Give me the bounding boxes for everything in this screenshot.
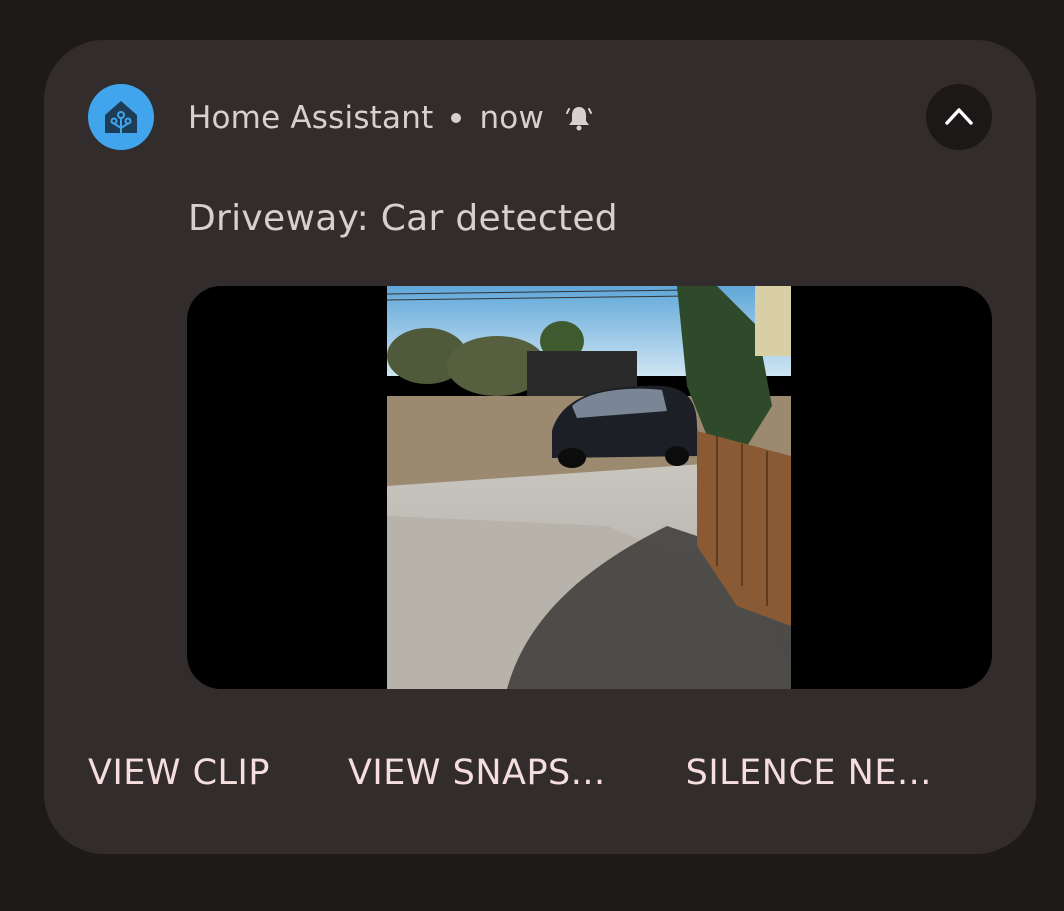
notification-title: Driveway: Car detected	[188, 198, 618, 239]
notification-actions: VIEW CLIP VIEW SNAPS... SILENCE NE...	[88, 748, 932, 798]
separator-dot	[451, 113, 462, 123]
collapse-button[interactable]	[926, 84, 992, 150]
driveway-photo	[387, 286, 791, 689]
camera-snapshot-image[interactable]	[187, 286, 992, 689]
bell-ringing-icon	[562, 101, 596, 135]
app-name: Home Assistant	[188, 100, 434, 136]
silence-notifications-button[interactable]: SILENCE NE...	[686, 753, 932, 793]
view-clip-button[interactable]: VIEW CLIP	[88, 753, 270, 793]
timestamp: now	[479, 100, 545, 136]
view-snapshot-button[interactable]: VIEW SNAPS...	[348, 753, 606, 793]
chevron-up-icon	[945, 108, 973, 125]
notification-header: Home Assistant now	[188, 96, 596, 140]
home-assistant-icon	[88, 84, 154, 150]
